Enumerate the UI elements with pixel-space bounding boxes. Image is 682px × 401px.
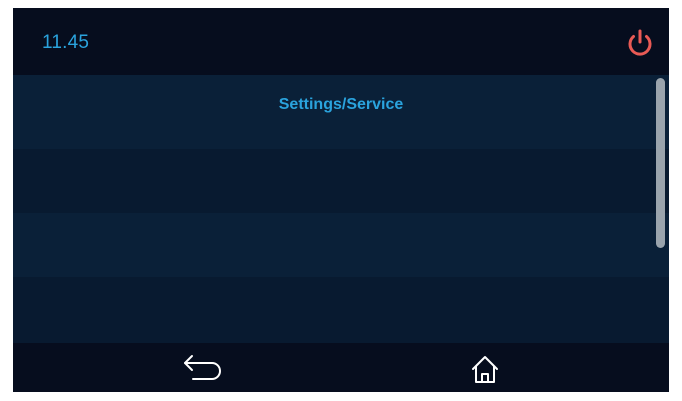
status-bar: 11.45 [13, 8, 669, 75]
home-icon [472, 356, 498, 383]
home-button[interactable] [461, 351, 509, 387]
list-item [13, 149, 669, 213]
page-title: Settings/Service [278, 96, 404, 113]
list-item [13, 213, 669, 277]
list-item-header: Settings/Service [13, 75, 669, 149]
back-button[interactable] [181, 351, 229, 387]
scrollbar-thumb[interactable] [656, 78, 665, 248]
clock-time: 11.45 [42, 32, 90, 53]
device-screen: 11.45 Settings/Service [13, 8, 669, 392]
power-button[interactable] [624, 27, 656, 59]
power-icon [628, 29, 652, 56]
menu-list: Settings/Service [13, 75, 669, 343]
list-item [13, 277, 669, 343]
navigation-bar [13, 343, 669, 392]
back-arrow-icon [184, 355, 221, 380]
